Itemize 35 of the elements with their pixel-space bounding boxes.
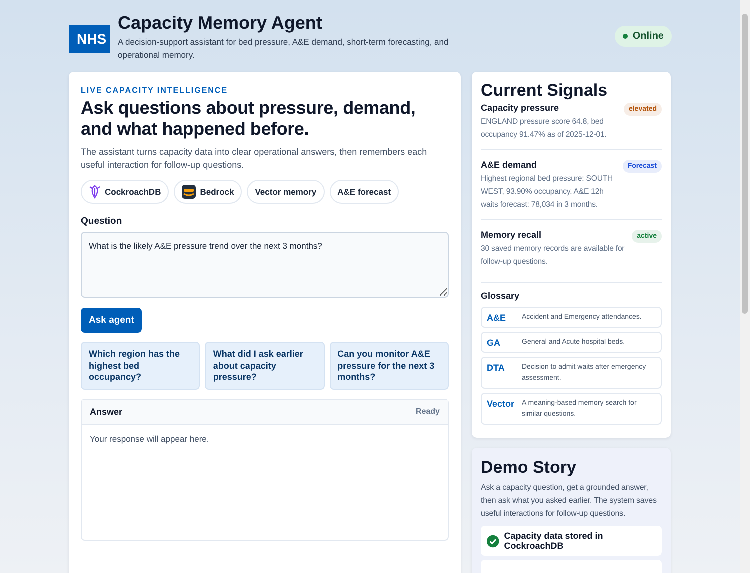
glossary-term: GA (487, 338, 502, 348)
eyebrow-label: LIVE CAPACITY INTELLIGENCE (81, 86, 230, 95)
question-label: Question (81, 216, 124, 227)
insect-icon (89, 185, 101, 199)
answer-status: Ready (416, 407, 440, 416)
suggestion-button[interactable]: Can you monitor A&E pressure for the next 3 months? (330, 342, 449, 390)
answer-title: Answer (90, 406, 123, 416)
chip-label: Bedrock (200, 187, 234, 197)
app-subtitle: A decision-support assistant for bed pressure, A&E demand, short-term forecasting, and operational memory. (118, 36, 450, 62)
cloud-logo-icon (182, 185, 196, 199)
glossary-title: Glossary (481, 291, 521, 301)
nhs-logo: NHS (69, 25, 110, 53)
suggestion-button[interactable]: Which region has the highest bed occupancy? (81, 342, 200, 390)
chip-label: A&E forecast (338, 187, 392, 197)
signal-name: A&E demand (481, 160, 538, 170)
glossary-term: A&E (487, 313, 508, 323)
question-field[interactable]: What is the likely A&E pressure trend over the next 3 months? (81, 232, 449, 298)
signal-name: Memory recall (481, 230, 543, 240)
signal-name: Capacity pressure (481, 103, 560, 113)
glossary-term: DTA (487, 363, 506, 375)
signals-title: Current Signals (481, 81, 609, 101)
ask-agent-button[interactable]: Ask agent (81, 308, 142, 333)
demo-text: Ask a capacity question, get a grounded answer, then ask what you asked earlier. The system saves useful interactions for follow-up questions. (481, 482, 658, 520)
glossary-term: Vector (487, 399, 516, 411)
step-label: Capacity data stored in CockroachDB (504, 531, 604, 551)
status-badge: Online (614, 26, 672, 47)
chip-label: CockroachDB (105, 187, 162, 197)
answer-field: Your response will appear here. (82, 424, 448, 540)
intro-text: The assistant turns capacity data into clear operational answers, then remembers each useful interaction for follow-up questions. (81, 146, 428, 172)
chip-label: Vector memory (255, 187, 317, 197)
app-title: Capacity Memory Agent (118, 13, 324, 34)
main-heading: Ask questions about pressure, demand, and what happened before. (81, 98, 417, 140)
scrollbar[interactable] (740, 0, 750, 573)
suggestion-button[interactable]: What did I ask earlier about capacity pressure? (205, 342, 325, 390)
demo-title: Demo Story (481, 458, 578, 478)
